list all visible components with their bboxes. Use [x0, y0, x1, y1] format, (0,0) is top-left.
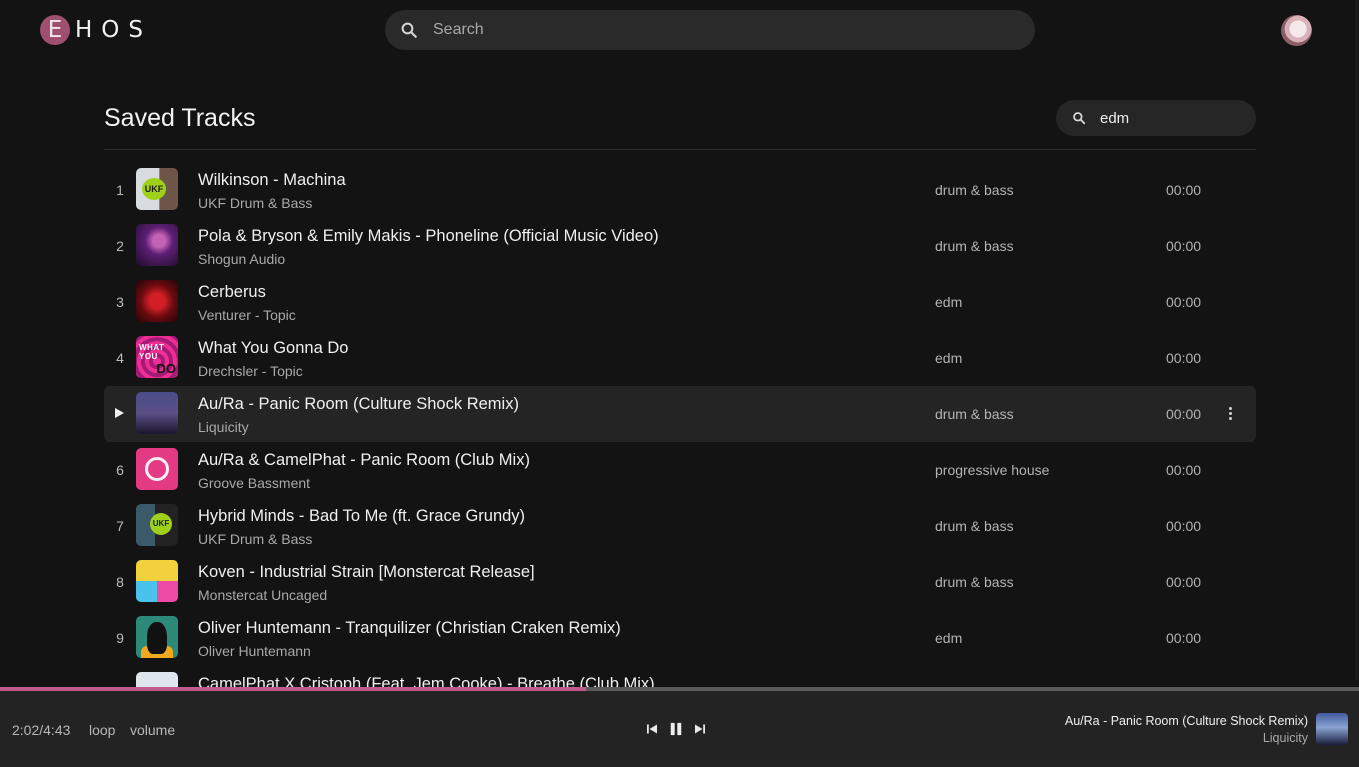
global-search-bar[interactable]	[385, 10, 1035, 50]
track-row[interactable]: 6 Au/Ra & CamelPhat - Panic Room (Club M…	[104, 442, 1256, 498]
track-number: 2	[116, 238, 124, 254]
track-artist[interactable]: UKF Drum & Bass	[198, 531, 312, 547]
page-title: Saved Tracks	[104, 104, 256, 132]
now-playing-title[interactable]: Au/Ra - Panic Room (Culture Shock Remix)	[1065, 714, 1308, 728]
track-duration: 00:00	[1166, 406, 1202, 422]
track-artist[interactable]: Oliver Huntemann	[198, 643, 311, 659]
top-bar: E HOS	[0, 0, 1359, 62]
track-title[interactable]: CamelPhat X Cristoph (Feat. Jem Cooke) -…	[198, 675, 655, 687]
thumb-logo: UKF	[142, 178, 166, 200]
track-filter-input[interactable]	[1100, 100, 1245, 136]
track-filter[interactable]	[1056, 100, 1256, 136]
search-icon	[1073, 112, 1086, 125]
thumb-text: WHAT YOU	[139, 343, 165, 361]
logo-initial: E	[40, 15, 70, 45]
track-number: 9	[116, 630, 124, 646]
track-thumbnail	[136, 280, 178, 322]
track-title[interactable]: Au/Ra & CamelPhat - Panic Room (Club Mix…	[198, 451, 530, 470]
track-duration: 00:00	[1166, 182, 1202, 198]
track-artist[interactable]: UKF Drum & Bass	[198, 195, 312, 211]
track-title[interactable]: Au/Ra - Panic Room (Culture Shock Remix)	[198, 395, 519, 414]
track-genre: edm	[935, 630, 963, 646]
track-number: 10	[104, 666, 136, 687]
thumb-logo: UKF	[150, 513, 172, 535]
track-number: 1	[116, 182, 124, 198]
track-row[interactable]: 9 Oliver Huntemann - Tranquilizer (Chris…	[104, 610, 1256, 666]
track-genre: edm	[935, 350, 963, 366]
track-thumbnail	[136, 392, 178, 434]
track-title[interactable]: Koven - Industrial Strain [Monstercat Re…	[198, 563, 535, 582]
track-artist[interactable]: Shogun Audio	[198, 251, 285, 267]
track-thumbnail: UKF	[136, 504, 178, 546]
track-number: 4	[116, 350, 124, 366]
track-duration: 00:00	[1166, 350, 1202, 366]
track-row[interactable]: 3 Cerberus Venturer - Topic edm 00:00	[104, 274, 1256, 330]
track-artist[interactable]: Drechsler - Topic	[198, 363, 303, 379]
track-number: 6	[116, 462, 124, 478]
global-search-input[interactable]	[433, 10, 1013, 50]
track-title[interactable]: Oliver Huntemann - Tranquilizer (Christi…	[198, 619, 621, 638]
track-row[interactable]: 4 WHAT YOU DO What You Gonna Do Drechsle…	[104, 330, 1256, 386]
track-duration: 00:00	[1166, 630, 1202, 646]
track-title[interactable]: Hybrid Minds - Bad To Me (ft. Grace Grun…	[198, 507, 525, 526]
now-playing-thumbnail[interactable]	[1316, 713, 1348, 745]
track-title[interactable]: Pola & Bryson & Emily Makis - Phoneline …	[198, 227, 659, 246]
track-number: 3	[116, 294, 124, 310]
pause-icon[interactable]	[668, 722, 684, 736]
track-artist[interactable]: Monstercat Uncaged	[198, 587, 327, 603]
track-duration: 00:00	[1166, 294, 1202, 310]
track-genre: drum & bass	[935, 182, 1014, 198]
search-icon	[401, 22, 417, 38]
playback-time: 2:02/4:43	[12, 722, 71, 738]
track-thumbnail: UKF	[136, 168, 178, 210]
track-thumbnail: WHAT YOU DO	[136, 336, 178, 378]
now-playing-artist[interactable]: Liquicity	[1263, 731, 1308, 745]
app-logo[interactable]: E HOS	[40, 14, 152, 46]
more-vertical-icon[interactable]	[1224, 406, 1236, 422]
track-duration: 00:00	[1166, 238, 1202, 254]
track-title[interactable]: Wilkinson - Machina	[198, 171, 346, 190]
thumb-text: DO	[156, 361, 177, 376]
volume-button[interactable]: volume	[130, 722, 175, 738]
track-row[interactable]: 8 Koven - Industrial Strain [Monstercat …	[104, 554, 1256, 610]
track-genre: drum & bass	[935, 574, 1014, 590]
track-genre: drum & bass	[935, 518, 1014, 534]
play-icon[interactable]	[115, 408, 124, 418]
track-thumbnail	[136, 560, 178, 602]
track-genre: edm	[935, 294, 963, 310]
track-genre: drum & bass	[935, 238, 1014, 254]
player-bar: 2:02/4:43 loop volume Au/Ra - Panic Room…	[0, 691, 1359, 767]
track-title[interactable]: Cerberus	[198, 283, 266, 302]
track-artist[interactable]: Groove Bassment	[198, 475, 310, 491]
track-row[interactable]: 2 Pola & Bryson & Emily Makis - Phonelin…	[104, 218, 1256, 274]
track-list: 1 UKF Wilkinson - Machina UKF Drum & Bas…	[104, 162, 1256, 687]
track-thumbnail	[136, 448, 178, 490]
track-thumbnail	[136, 616, 178, 658]
track-duration: 00:00	[1166, 574, 1202, 590]
track-number: 8	[116, 574, 124, 590]
track-thumbnail	[136, 224, 178, 266]
page-scrollbar[interactable]	[1355, 0, 1359, 680]
track-row[interactable]: 10 CamelPhat X Cristoph (Feat. Jem Cooke…	[104, 666, 1256, 687]
track-genre: drum & bass	[935, 406, 1014, 422]
track-thumbnail	[136, 672, 178, 687]
track-row[interactable]: 1 UKF Wilkinson - Machina UKF Drum & Bas…	[104, 162, 1256, 218]
track-duration: 00:00	[1166, 518, 1202, 534]
logo-text: HOS	[75, 17, 152, 43]
track-artist[interactable]: Venturer - Topic	[198, 307, 296, 323]
skip-next-icon[interactable]	[693, 722, 707, 736]
track-row-playing[interactable]: Au/Ra - Panic Room (Culture Shock Remix)…	[104, 386, 1256, 442]
track-number: 7	[116, 518, 124, 534]
user-avatar[interactable]	[1281, 15, 1312, 46]
track-title[interactable]: What You Gonna Do	[198, 339, 348, 358]
skip-previous-icon[interactable]	[645, 722, 659, 736]
track-row[interactable]: 7 UKF Hybrid Minds - Bad To Me (ft. Grac…	[104, 498, 1256, 554]
track-artist[interactable]: Liquicity	[198, 419, 249, 435]
loop-button[interactable]: loop	[89, 722, 115, 738]
track-duration: 00:00	[1166, 462, 1202, 478]
track-genre: progressive house	[935, 462, 1050, 478]
header-divider	[104, 149, 1256, 150]
